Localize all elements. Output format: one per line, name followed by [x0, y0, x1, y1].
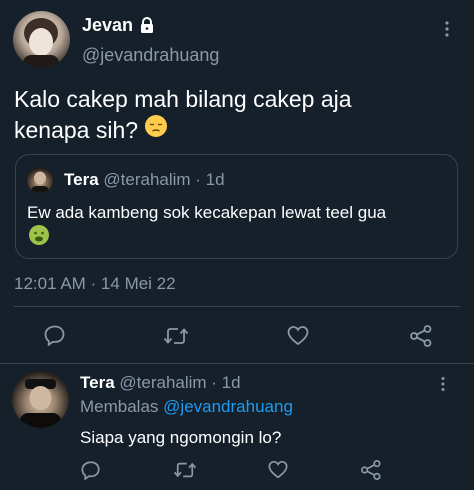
author-name[interactable]: Jevan — [82, 15, 133, 36]
like-icon[interactable] — [287, 325, 309, 347]
share-icon[interactable] — [409, 324, 433, 348]
tweet-text-line2: kenapa sih? — [14, 116, 139, 143]
quoted-author-meta: @terahalim · 1d — [103, 170, 225, 189]
divider — [14, 306, 460, 307]
reply-author-meta: @terahalim · 1d — [119, 373, 241, 392]
more-options-icon[interactable] — [443, 20, 451, 38]
lock-icon — [139, 17, 155, 34]
replying-to-link[interactable]: @jevandrahuang — [163, 397, 293, 416]
author-handle[interactable]: @jevandrahuang — [82, 45, 219, 66]
reply-retweet-icon[interactable] — [173, 460, 197, 480]
pensive-face-emoji-icon — [144, 114, 168, 145]
replying-to-label: Membalas — [80, 397, 159, 416]
tweet-text-line1: Kalo cakep mah bilang cakep aja — [14, 86, 352, 112]
quoted-author-avatar — [27, 167, 53, 193]
quoted-tweet-text: Ew ada kambeng sok kecakepan lewat teel … — [27, 203, 387, 222]
reply-share-icon[interactable] — [360, 459, 382, 481]
reply-like-icon[interactable] — [268, 460, 288, 480]
reply-reply-icon[interactable] — [81, 460, 101, 480]
divider — [0, 363, 474, 364]
retweet-icon[interactable] — [163, 325, 189, 347]
tweet-text: Kalo cakep mah bilang cakep aja kenapa s… — [14, 84, 464, 145]
reply-more-options-icon[interactable] — [439, 376, 447, 392]
reply-text: Siapa yang ngomongin lo? — [80, 428, 282, 447]
quoted-tweet-card[interactable]: Tera @terahalim · 1d Ew ada kambeng sok … — [15, 154, 458, 259]
reply-icon[interactable] — [44, 324, 66, 346]
tweet-timestamp[interactable]: 12:01 AM · 14 Mei 22 — [14, 274, 176, 294]
author-avatar[interactable] — [13, 11, 70, 68]
reply-author-avatar[interactable] — [12, 371, 69, 428]
nauseated-face-emoji-icon — [28, 224, 50, 251]
quoted-author-name: Tera — [64, 170, 99, 189]
reply-author-name[interactable]: Tera — [80, 373, 115, 392]
